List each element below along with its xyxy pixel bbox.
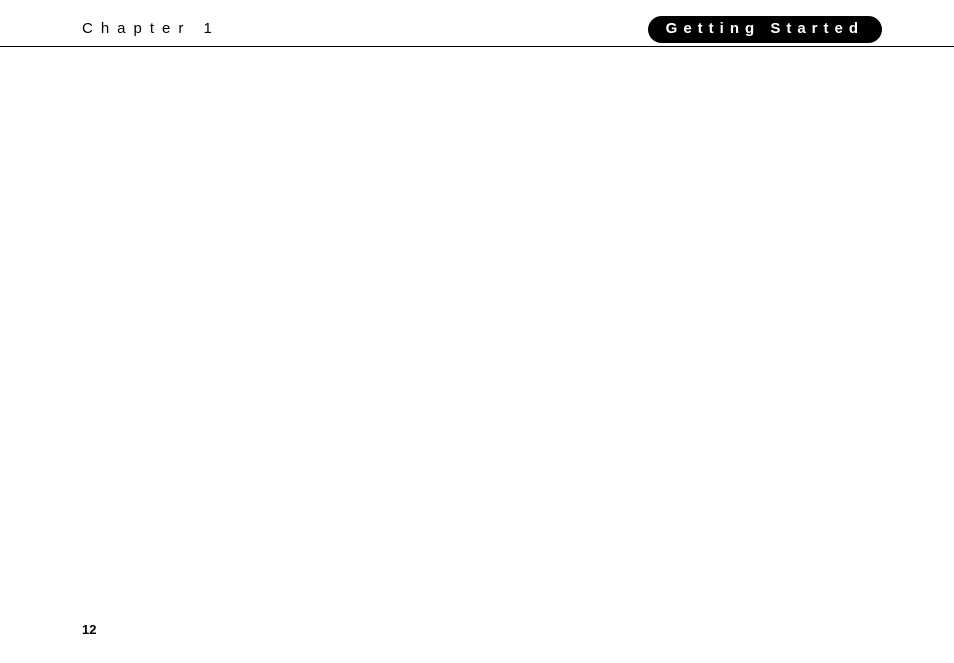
chapter-label: Chapter 1 bbox=[82, 20, 220, 37]
document-page: Chapter 1 Getting Started 12 bbox=[0, 0, 954, 663]
header-divider bbox=[0, 46, 954, 47]
section-title-pill: Getting Started bbox=[648, 16, 882, 43]
page-number: 12 bbox=[82, 622, 96, 637]
page-header: Chapter 1 Getting Started bbox=[0, 18, 954, 46]
